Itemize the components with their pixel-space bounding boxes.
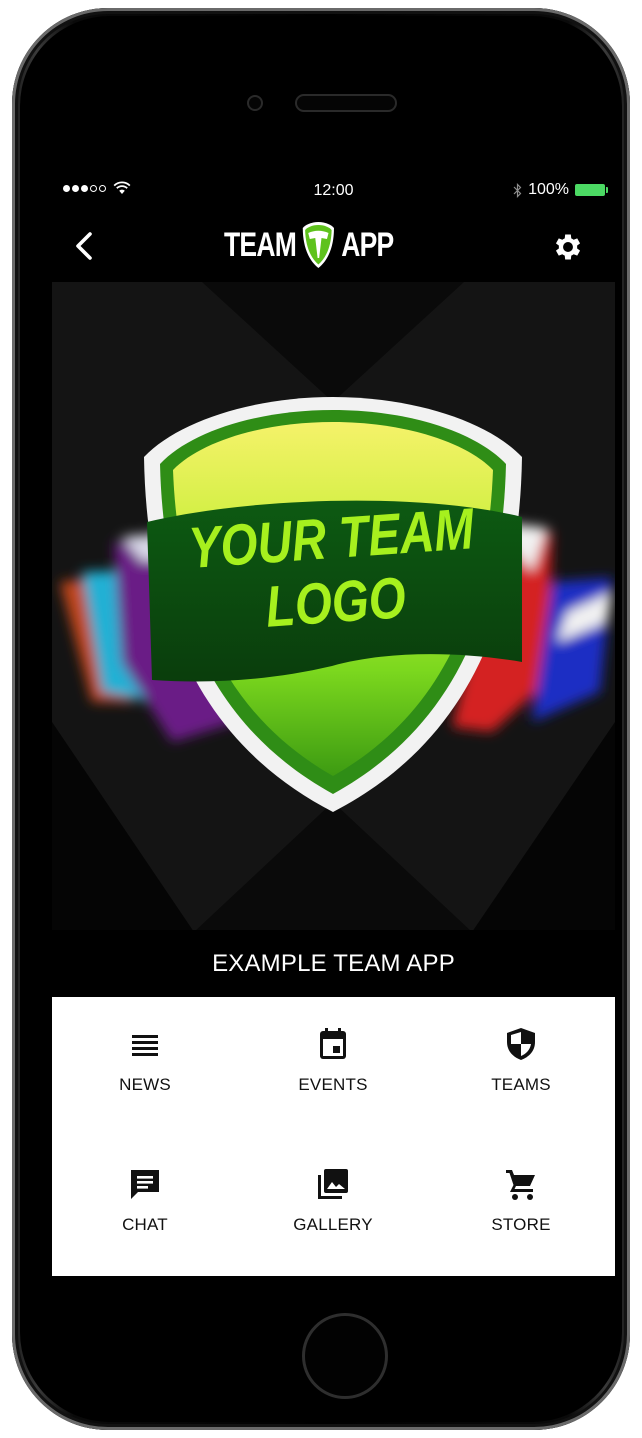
menu-item-gallery[interactable]: GALLERY: [258, 1167, 408, 1276]
earpiece-speaker: [295, 94, 397, 112]
gallery-icon: [318, 1169, 348, 1199]
cart-icon: [506, 1170, 535, 1200]
main-menu-grid: NEWS EVENTS TEAMS CHAT GALLERY STORE: [52, 997, 615, 1276]
calendar-icon: [320, 1028, 346, 1059]
menu-item-chat[interactable]: CHAT: [70, 1167, 220, 1276]
front-camera: [247, 95, 263, 111]
menu-item-store[interactable]: STORE: [446, 1167, 596, 1276]
chat-icon: [131, 1170, 159, 1199]
app-screen: 12:00 100% TEAM APP YOUR TEAM LOGO EXAMP…: [52, 170, 615, 1276]
status-bar: 12:00 100%: [52, 170, 615, 210]
app-title-left: TEAM: [224, 225, 297, 264]
battery-percentage: 100%: [528, 181, 569, 198]
menu-item-label: TEAMS: [491, 1075, 551, 1094]
hero-banner: YOUR TEAM LOGO: [52, 282, 615, 987]
app-title: TEAM APP: [224, 220, 394, 270]
shield-icon: [507, 1028, 535, 1060]
back-button[interactable]: [70, 228, 100, 264]
navigation-bar: TEAM APP: [52, 210, 615, 280]
team-name: EXAMPLE TEAM APP: [52, 930, 615, 997]
menu-item-news[interactable]: NEWS: [70, 1027, 220, 1147]
bluetooth-icon: [513, 182, 522, 198]
menu-item-events[interactable]: EVENTS: [258, 1027, 408, 1147]
menu-item-label: GALLERY: [293, 1215, 373, 1234]
app-title-right: APP: [341, 225, 394, 264]
battery-icon: [575, 184, 608, 196]
menu-item-label: STORE: [491, 1215, 551, 1234]
menu-item-label: CHAT: [122, 1215, 168, 1234]
list-icon: [132, 1035, 158, 1056]
menu-item-teams[interactable]: TEAMS: [446, 1027, 596, 1147]
settings-gear-icon[interactable]: [551, 230, 585, 264]
menu-item-label: NEWS: [119, 1075, 171, 1094]
team-app-shield-icon: [303, 222, 335, 268]
menu-item-label: EVENTS: [298, 1075, 368, 1094]
home-button[interactable]: [302, 1313, 388, 1399]
